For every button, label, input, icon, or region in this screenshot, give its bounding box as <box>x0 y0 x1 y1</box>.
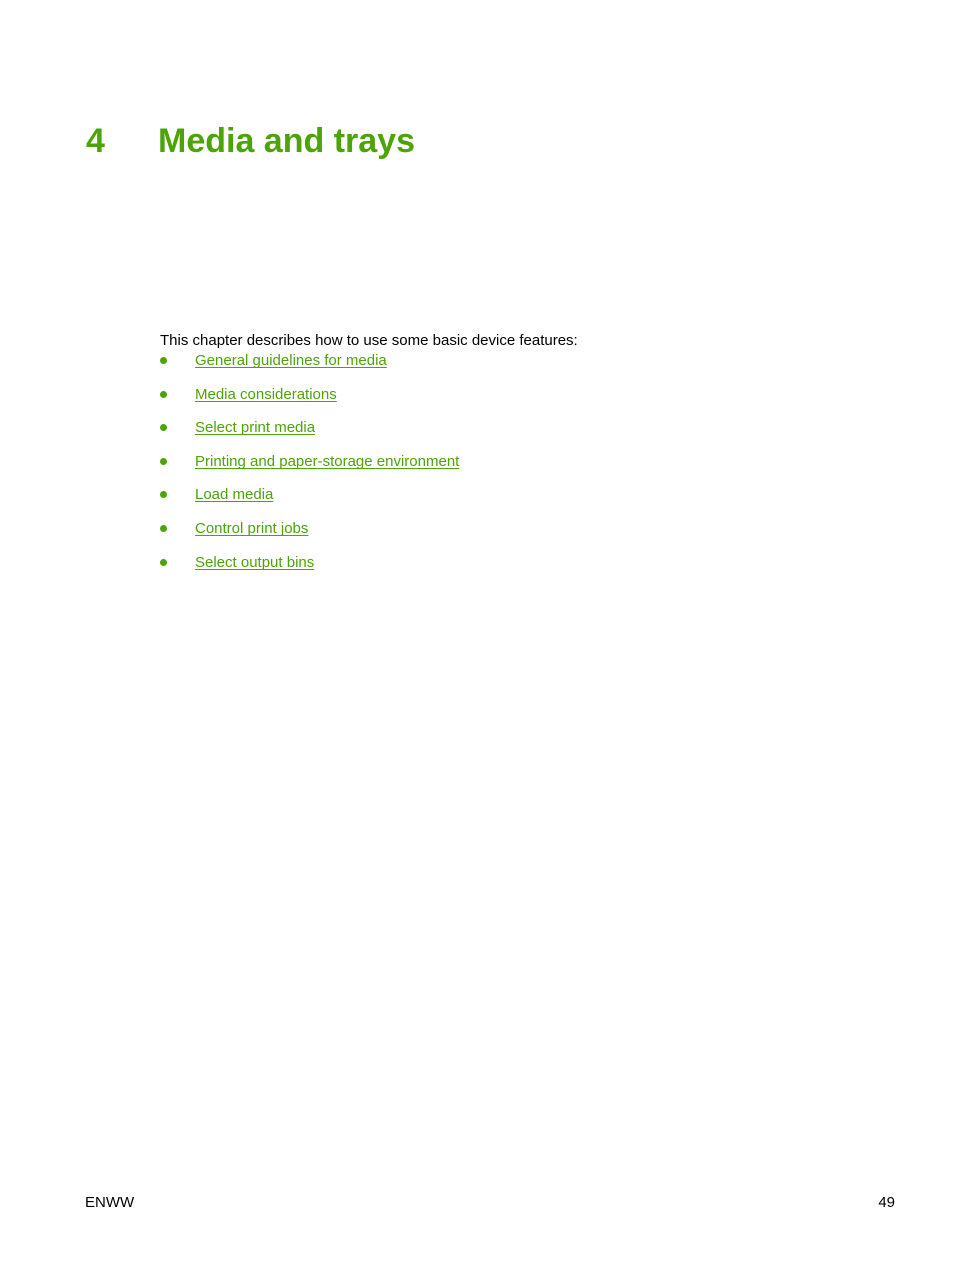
list-item[interactable]: Load media <box>160 485 800 519</box>
chapter-link[interactable]: Select output bins <box>195 554 314 571</box>
list-item[interactable]: Select print media <box>160 418 800 452</box>
bullet-icon <box>160 424 167 432</box>
chapter-link[interactable]: Select print media <box>195 419 315 436</box>
list-item[interactable]: Select output bins <box>160 553 800 587</box>
list-item[interactable]: Media considerations <box>160 385 800 419</box>
footer-locale: ENWW <box>85 1194 135 1211</box>
bullet-icon <box>160 357 167 364</box>
list-item[interactable]: Control print jobs <box>160 519 800 553</box>
list-item[interactable]: General guidelines for media <box>160 351 800 385</box>
bullet-icon <box>160 524 167 532</box>
page-title: 4 Media and trays <box>86 119 415 163</box>
chapter-link[interactable]: Printing and paper-storage environment <box>195 453 459 470</box>
chapter-number: 4 <box>86 121 105 160</box>
intro-paragraph: This chapter describes how to use some b… <box>160 332 578 349</box>
list-item[interactable]: Printing and paper-storage environment <box>160 452 800 486</box>
page-number: 49 <box>878 1194 895 1211</box>
chapter-link[interactable]: General guidelines for media <box>195 352 387 369</box>
bullet-icon <box>160 558 167 566</box>
chapter-link[interactable]: Load media <box>195 486 273 503</box>
bullet-icon <box>160 390 167 398</box>
chapter-title: Media and trays <box>158 121 415 160</box>
chapter-link[interactable]: Media considerations <box>195 386 337 403</box>
page-footer: ENWW 49 <box>85 1193 895 1213</box>
chapter-link-list: General guidelines for media Media consi… <box>160 351 800 586</box>
bullet-icon <box>160 457 167 465</box>
chapter-link[interactable]: Control print jobs <box>195 520 308 537</box>
document-page: 4 Media and trays This chapter describes… <box>0 0 954 1270</box>
bullet-icon <box>160 491 167 499</box>
